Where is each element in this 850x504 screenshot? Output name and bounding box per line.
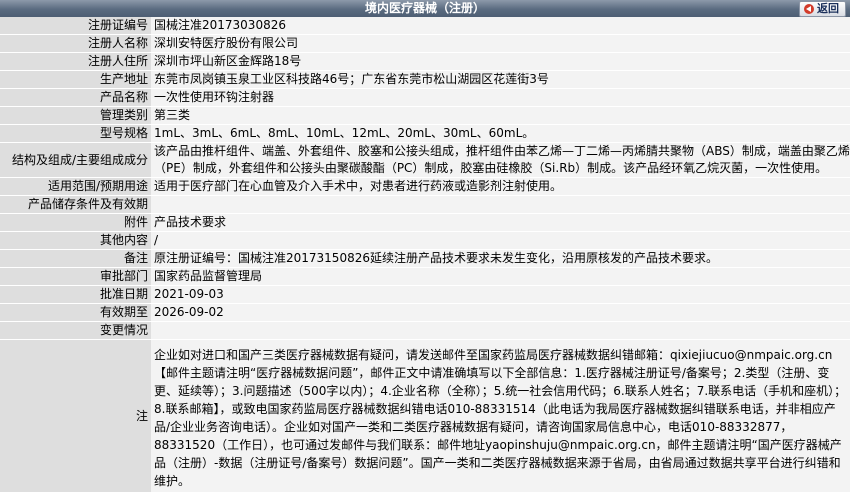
table-row: 有效期至 2026-09-02 — [0, 303, 850, 322]
row-label: 注册人名称 — [0, 34, 151, 53]
row-label: 附件 — [0, 213, 151, 232]
row-label: 批准日期 — [0, 285, 151, 304]
row-value: 深圳安特医疗股份有限公司 — [151, 34, 850, 53]
row-label: 备注 — [0, 249, 151, 268]
table-row: 结构及组成/主要组成成分 该产品由推杆组件、端盖、外套组件、胶塞和公接头组成，推… — [0, 142, 850, 178]
table-row: 产品储存条件及有效期 — [0, 195, 850, 214]
row-label: 注册证编号 — [0, 17, 151, 35]
row-value: 东莞市凤岗镇玉泉工业区科技路46号；广东省东莞市松山湖园区花莲街3号 — [151, 70, 850, 89]
notes-text: 企业如对进口和国产三类医疗器械数据有疑问，请发送邮件至国家药监局医疗器械数据纠错… — [151, 339, 850, 493]
row-label: 管理类别 — [0, 106, 151, 125]
row-value: 国家药品监督管理局 — [151, 267, 850, 286]
table-row: 注 企业如对进口和国产三类医疗器械数据有疑问，请发送邮件至国家药监局医疗器械数据… — [0, 339, 850, 493]
row-value: 原注册证编号：国械注准20173150826延续注册产品技术要求未发生变化，沿用… — [151, 249, 850, 268]
row-label: 产品储存条件及有效期 — [0, 195, 151, 214]
row-value: 2021-09-03 — [151, 285, 850, 304]
row-label: 变更情况 — [0, 321, 151, 340]
row-value — [151, 321, 850, 340]
table-row: 适用范围/预期用途 适用于医疗部门在心血管及介入手术中，对患者进行药液或造影剂注… — [0, 177, 850, 196]
row-label: 注册人住所 — [0, 52, 151, 71]
row-label: 注 — [0, 339, 151, 493]
detail-table: 注册证编号 国械注准20173030826 注册人名称 深圳安特医疗股份有限公司… — [0, 17, 850, 493]
table-row: 管理类别 第三类 — [0, 106, 850, 125]
row-label: 生产地址 — [0, 70, 151, 89]
table-row: 注册人住所 深圳市坪山新区金辉路18号 — [0, 52, 850, 71]
row-label: 型号规格 — [0, 124, 151, 143]
back-button[interactable]: 返回 — [799, 1, 846, 17]
page-title: 境内医疗器械（注册） — [364, 1, 485, 15]
row-value — [151, 195, 850, 214]
table-row: 变更情况 — [0, 321, 850, 340]
row-value: 1mL、3mL、6mL、8mL、10mL、12mL、20mL、30mL、60mL… — [151, 124, 850, 143]
table-row: 产品名称 一次性使用环钩注射器 — [0, 88, 850, 107]
row-label: 结构及组成/主要组成成分 — [0, 142, 151, 178]
row-value: 第三类 — [151, 106, 850, 125]
row-value: 2026-09-02 — [151, 303, 850, 322]
table-row: 附件 产品技术要求 — [0, 213, 850, 232]
back-button-label: 返回 — [817, 2, 839, 15]
row-value: 深圳市坪山新区金辉路18号 — [151, 52, 850, 71]
row-value: 产品技术要求 — [151, 213, 850, 232]
row-value: 国械注准20173030826 — [151, 17, 850, 35]
table-row: 其他内容 / — [0, 231, 850, 250]
table-row: 备注 原注册证编号：国械注准20173150826延续注册产品技术要求未发生变化… — [0, 249, 850, 268]
row-label: 有效期至 — [0, 303, 151, 322]
table-row: 审批部门 国家药品监督管理局 — [0, 267, 850, 286]
table-row: 批准日期 2021-09-03 — [0, 285, 850, 304]
page-header: 境内医疗器械（注册） 返回 — [0, 0, 850, 17]
table-row: 型号规格 1mL、3mL、6mL、8mL、10mL、12mL、20mL、30mL… — [0, 124, 850, 143]
back-arrow-icon — [804, 4, 814, 14]
row-value: 适用于医疗部门在心血管及介入手术中，对患者进行药液或造影剂注射使用。 — [151, 177, 850, 196]
table-row: 生产地址 东莞市凤岗镇玉泉工业区科技路46号；广东省东莞市松山湖园区花莲街3号 — [0, 70, 850, 89]
row-value: 一次性使用环钩注射器 — [151, 88, 850, 107]
table-row: 注册证编号 国械注准20173030826 — [0, 17, 850, 35]
row-label: 适用范围/预期用途 — [0, 177, 151, 196]
row-value: 该产品由推杆组件、端盖、外套组件、胶塞和公接头组成，推杆组件由苯乙烯—丁二烯—丙… — [151, 142, 850, 178]
table-row: 注册人名称 深圳安特医疗股份有限公司 — [0, 34, 850, 53]
row-label: 审批部门 — [0, 267, 151, 286]
row-value: / — [151, 231, 850, 250]
row-label: 其他内容 — [0, 231, 151, 250]
row-label: 产品名称 — [0, 88, 151, 107]
